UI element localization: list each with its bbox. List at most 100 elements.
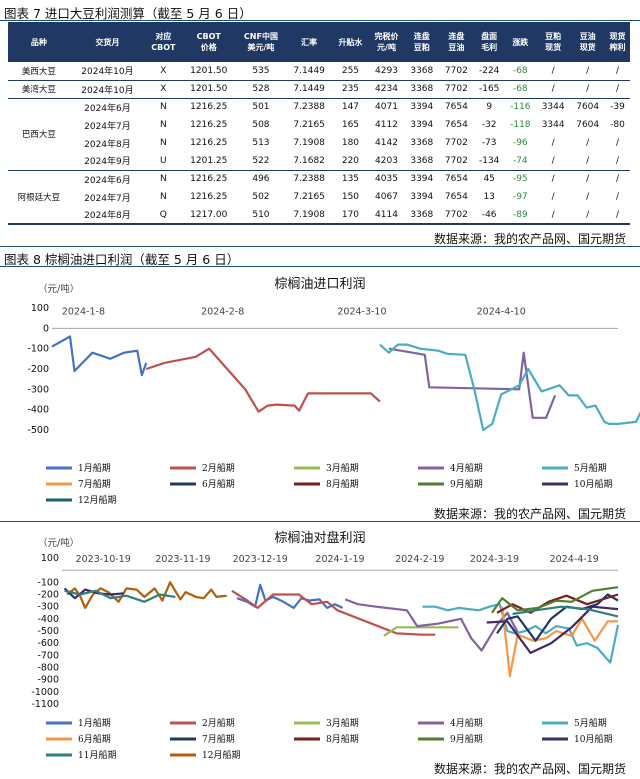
table-row: 2024年7月 N 1216.25 508 7.2165 165 4112 3394 7654 -… <box>8 116 630 134</box>
legend: 1月船期 2月船期 3月船期 4月船期 5月船期 7月船期 6月船期 8月船期 9月船期 10月船… <box>46 462 612 504</box>
table-cell: 7.2388 <box>293 174 325 185</box>
source-note-2: 数据来源：我的农产品网、国元期货 <box>433 507 626 521</box>
table-cell: / <box>586 138 590 148</box>
table-row: 2024年8月 N 1216.25 513 7.1908 180 4142 3368 7702 -… <box>8 134 630 152</box>
table-cell: 135 <box>341 174 360 185</box>
table-cell: 7702 <box>439 152 474 171</box>
x-tick-label: 2024-4-10 <box>477 306 526 317</box>
palm-spread-profit-chart: 棕榈油对盘利润 （元/吨） 100 -100 -300 -500 -700 -900 -1100… <box>31 530 620 759</box>
y-axis-unit: （元/吨） <box>38 537 79 549</box>
table-cell: 7654 <box>444 192 468 202</box>
table-body: 美西大豆 2024年10月 X 1201.50 535 7.1449 255 4293 3368… <box>8 62 630 225</box>
x-tick-label: 2024-2-19 <box>395 554 444 565</box>
table-cell: 7.1908 <box>293 138 325 148</box>
legend-label: 1月船期 <box>78 717 111 729</box>
table-cell: 501 <box>252 102 270 113</box>
column-header: 品种 <box>8 22 70 62</box>
table-cell: 7.2388 <box>293 102 325 113</box>
table-cell: 3368 <box>404 206 440 225</box>
table-row: 2024年9月 U 1201.25 522 7.1682 220 4203 3368 7702-… <box>8 152 630 171</box>
chart-title: 棕榈油进口利润 <box>274 277 365 292</box>
table-cell: 2024年6月 <box>84 103 131 114</box>
table-cell: 7654 <box>444 120 468 130</box>
y-tick-label: -500 <box>37 626 59 637</box>
table-cell: 7604 <box>576 102 600 113</box>
x-tick-label: 2024-4-19 <box>550 554 599 565</box>
legend-label: 12月船期 <box>78 494 116 504</box>
column-header: CBOT 价格 <box>181 22 236 62</box>
table-cell: -118 <box>510 120 531 130</box>
table-cell: 3368 <box>404 80 440 99</box>
variety-cell: 巴西大豆 <box>8 98 70 171</box>
table-cell: 3394 <box>410 102 434 113</box>
y-tick-label: 100 <box>41 553 59 564</box>
table-cell: / <box>615 192 619 202</box>
table-cell: 528 <box>235 80 286 99</box>
legend-label: 4月船期 <box>450 462 483 474</box>
legend-label: 12月船期 <box>202 749 240 759</box>
legend-label: 5月船期 <box>574 717 607 729</box>
legend-label: 7月船期 <box>78 478 111 490</box>
table-row: 2024年7月 N 1216.25 502 7.2165 150 4067 3394 7654 1… <box>8 188 630 206</box>
table-cell: 2024年9月 <box>69 152 146 171</box>
table-cell: Q <box>145 206 182 225</box>
column-header: 对应 CBOT <box>145 22 182 62</box>
table-cell: 2024年8月 <box>84 139 131 150</box>
column-header: 豆油 现货 <box>570 22 605 62</box>
table-cell: / <box>604 152 630 171</box>
column-header: 完税价 元/吨 <box>368 22 405 62</box>
table-cell: / <box>615 138 619 148</box>
source-note-3: 数据来源：我的农产品网、国元期货 <box>433 762 626 776</box>
caption-divider <box>0 521 640 522</box>
table-cell: 4071 <box>375 102 398 113</box>
x-tick-label: 2024-2-8 <box>201 306 244 317</box>
y-tick-label: -200 <box>27 364 49 375</box>
table-cell: -96 <box>512 138 528 148</box>
series-line <box>145 347 381 413</box>
column-header: 交货月 <box>69 22 146 62</box>
table-cell: 7.1682 <box>285 152 333 171</box>
table-cell: 1201.25 <box>181 152 236 171</box>
table-cell: 180 <box>341 138 360 148</box>
table-cell: N <box>159 120 167 130</box>
table-cell: 510 <box>235 206 286 225</box>
table-cell: / <box>586 174 590 185</box>
table-cell: -68 <box>504 62 536 81</box>
table-cell: -95 <box>512 174 528 185</box>
table-cell: 4067 <box>375 192 398 202</box>
column-header: 汇率 <box>285 22 333 62</box>
table-cell: 496 <box>252 174 270 185</box>
table-cell: 9 <box>486 102 493 113</box>
y-axis-unit: （元/吨） <box>38 283 79 295</box>
table-row: 美湾大豆 2024年10月 X 1201.50 528 7.1449 235 4234 3368… <box>8 80 630 99</box>
table-cell: X <box>145 80 182 99</box>
table-cell: -116 <box>510 102 531 113</box>
table-cell: 1216.25 <box>190 120 228 130</box>
table-cell: -74 <box>504 152 536 171</box>
y-tick-label: 0 <box>43 323 49 334</box>
table-cell: 7.1449 <box>285 62 333 81</box>
table-cell: X <box>145 62 182 81</box>
table-cell: 7702 <box>439 62 474 81</box>
y-tick-label: -1100 <box>31 699 59 710</box>
table-cell: / <box>570 152 605 171</box>
table-cell: 2024年10月 <box>69 62 146 81</box>
caption-divider <box>0 246 640 247</box>
table-cell: -165 <box>473 80 505 99</box>
legend-label: 1月船期 <box>78 462 111 474</box>
table-cell: 2024年8月 <box>69 206 146 225</box>
legend-label: 9月船期 <box>450 478 483 490</box>
table-cell: / <box>586 192 590 202</box>
table-cell: -224 <box>473 62 505 81</box>
table-cell: 2024年7月 <box>84 193 131 204</box>
caption-divider <box>0 266 640 267</box>
table-cell: 3394 <box>410 120 434 130</box>
table-cell: 2024年10月 <box>69 80 146 99</box>
variety-cell: 美湾大豆 <box>8 80 70 99</box>
column-header: 升贴水 <box>332 22 369 62</box>
y-tick-label: -600 <box>37 638 59 649</box>
table-cell: 513 <box>252 138 270 148</box>
table-cell: / <box>551 192 555 202</box>
table-cell: / <box>604 206 630 225</box>
table-cell: 4114 <box>368 206 405 225</box>
